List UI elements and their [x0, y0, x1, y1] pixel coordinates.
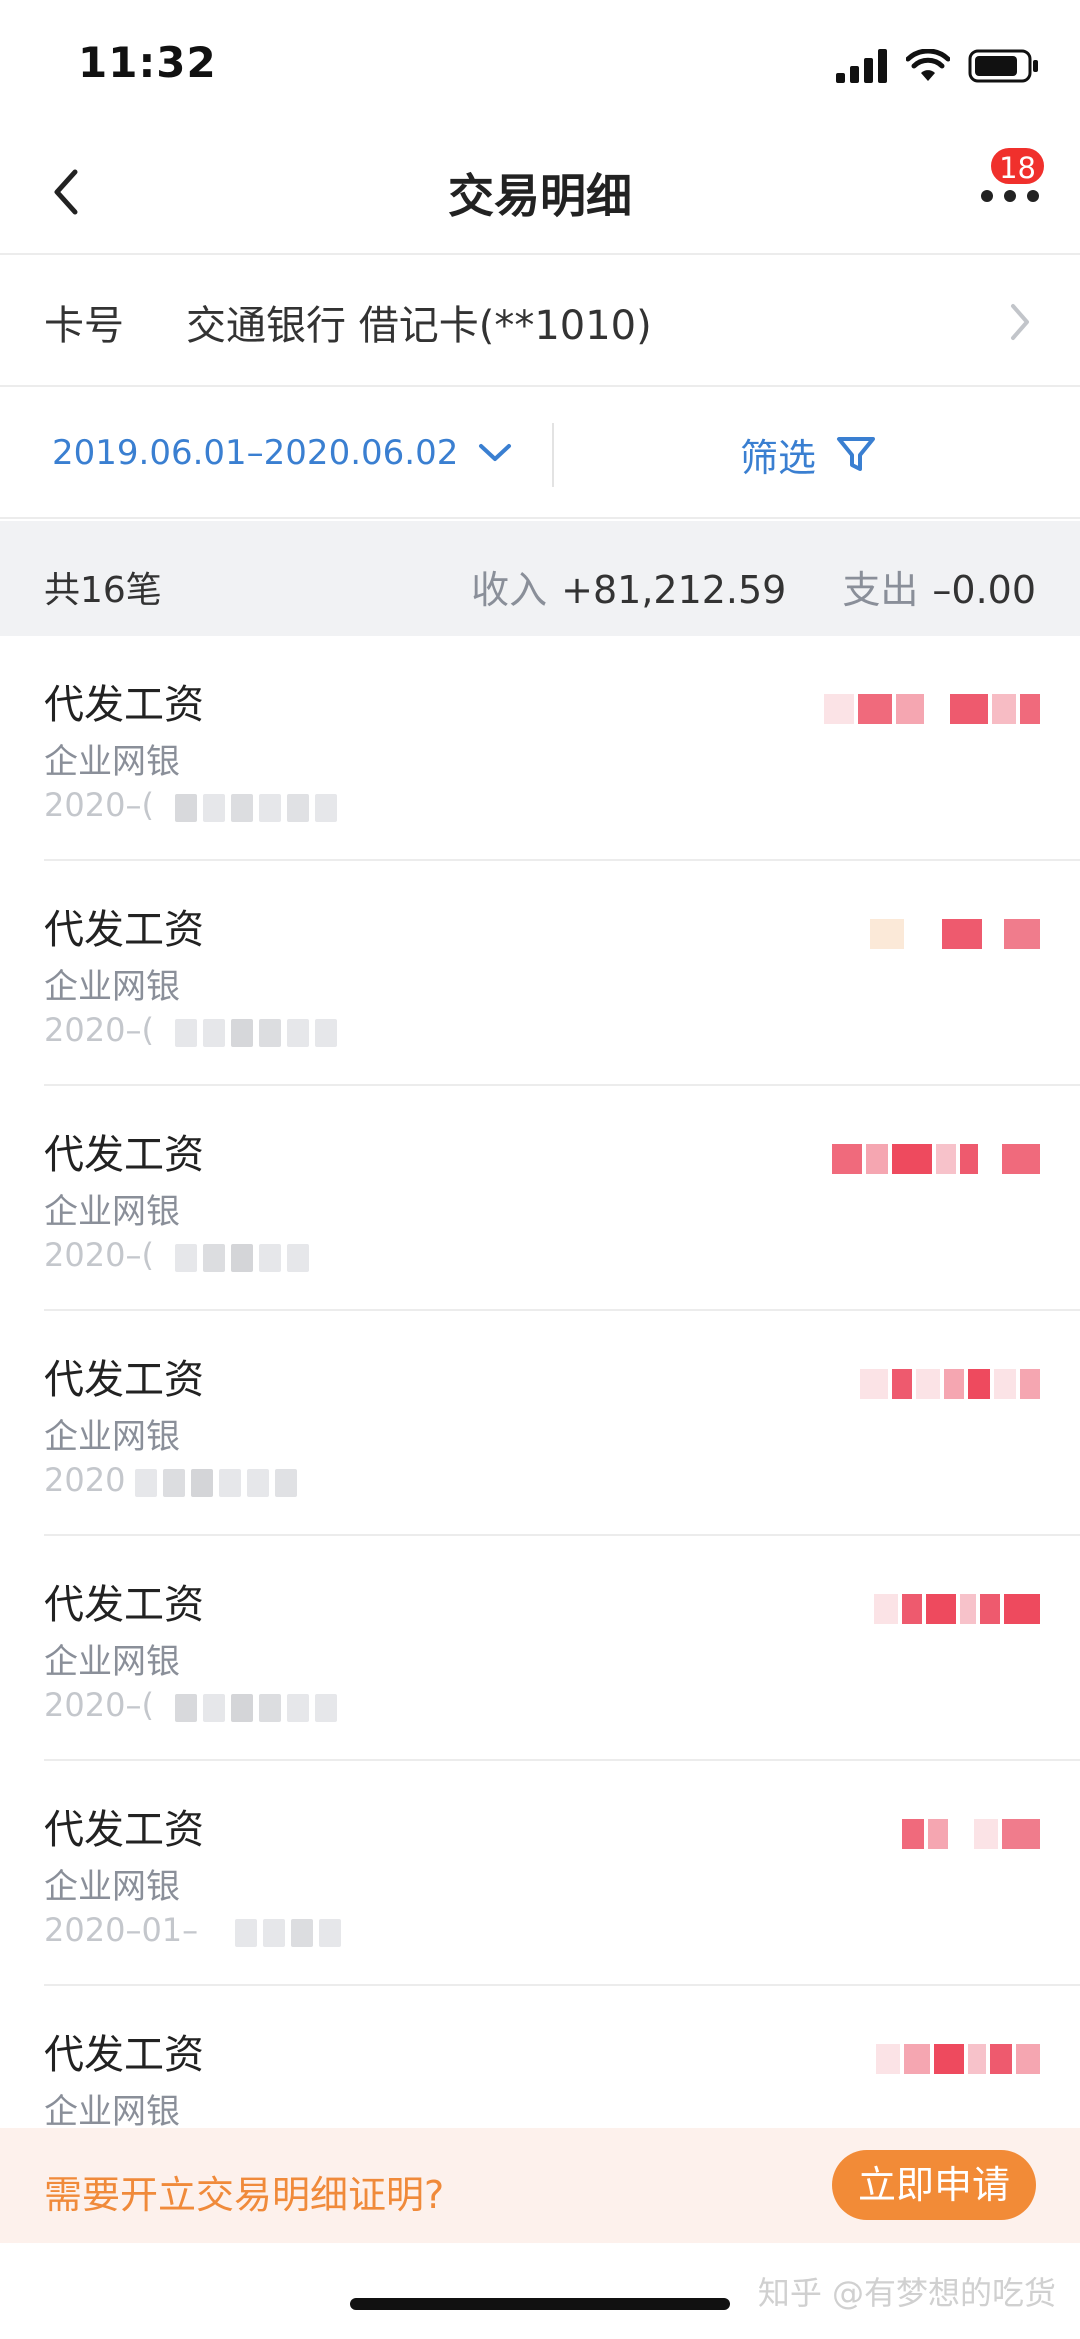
summary-bar: 共16笔 收入 +81,212.59 支出 –0.00: [0, 521, 1080, 636]
expense-value: –0.00: [932, 568, 1036, 612]
amount-mosaic: [870, 917, 1040, 951]
battery-icon: [968, 49, 1038, 83]
amount-mosaic: [874, 1592, 1040, 1626]
filter-label: 筛选: [740, 436, 817, 480]
funnel-icon: [837, 436, 876, 471]
filter-row: 2019.06.01–2020.06.02 筛选: [0, 387, 1080, 519]
date-mosaic: [175, 1019, 337, 1047]
transaction-channel: 企业网银: [44, 967, 180, 1007]
income-value: +81,212.59: [561, 568, 787, 612]
home-indicator[interactable]: [350, 2298, 730, 2310]
transaction-date: 2020–(: [44, 1236, 154, 1274]
filter-button[interactable]: 筛选: [740, 427, 876, 482]
amount-mosaic: [876, 2042, 1040, 2076]
signal-icon: [836, 49, 887, 83]
transaction-item[interactable]: 代发工资 企业网银 2020–(: [0, 861, 1080, 1086]
status-time: 11:32: [78, 38, 217, 87]
card-selector[interactable]: 卡号 交通银行 借记卡(**1010): [0, 257, 1080, 387]
amount-mosaic: [832, 1142, 1040, 1176]
amount-mosaic: [902, 1817, 1040, 1851]
status-icons: [836, 46, 1040, 86]
apply-now-button[interactable]: 立即申请: [831, 2150, 1036, 2220]
date-range-selector[interactable]: 2019.06.01–2020.06.02: [52, 433, 512, 473]
transaction-title: 代发工资: [44, 907, 204, 953]
date-mosaic: [135, 1469, 297, 1497]
transaction-channel: 企业网银: [44, 1642, 180, 1682]
nav-bar: 交易明细 18: [0, 130, 1080, 255]
transaction-title: 代发工资: [44, 1582, 204, 1628]
transaction-item[interactable]: 代发工资 企业网银 2020–01–: [0, 1761, 1080, 1986]
amount-mosaic: [860, 1367, 1040, 1401]
transaction-date: 2020: [44, 1461, 126, 1499]
card-value: 交通银行 借记卡(**1010): [186, 303, 652, 349]
transaction-title: 代发工资: [44, 1807, 204, 1853]
date-mosaic: [235, 1919, 341, 1947]
chevron-down-icon: [479, 444, 512, 461]
transaction-channel: 企业网银: [44, 1867, 180, 1907]
transaction-channel: 企业网银: [44, 742, 180, 782]
date-range-label: 2019.06.01–2020.06.02: [52, 433, 459, 473]
date-mosaic: [175, 1244, 309, 1272]
date-mosaic: [175, 1694, 337, 1722]
transaction-date: 2020–01–: [44, 1911, 199, 1949]
more-dots-icon: [981, 190, 1039, 202]
date-mosaic: [175, 794, 337, 822]
watermark: 知乎 @有梦想的吃货: [757, 2274, 1056, 2312]
promo-text: 需要开立交易明细证明?: [44, 2173, 445, 2217]
income-label: 收入: [471, 568, 548, 612]
transaction-title: 代发工资: [44, 2032, 204, 2078]
transaction-date: 2020–(: [44, 786, 154, 824]
page-title: 交易明细: [448, 169, 632, 223]
transaction-title: 代发工资: [44, 1132, 204, 1178]
transaction-channel: 企业网银: [44, 1417, 180, 1457]
wifi-icon: [906, 49, 950, 81]
transaction-date: 2020–(: [44, 1011, 154, 1049]
transaction-list: 代发工资 企业网银 2020–( 代发工资 企业网银 2020–( 代发工资 企…: [0, 636, 1080, 2211]
transaction-item[interactable]: 代发工资 企业网银 2020: [0, 1311, 1080, 1536]
more-button[interactable]: 18: [970, 146, 1050, 226]
transaction-channel: 企业网银: [44, 2092, 180, 2132]
expense-label: 支出: [842, 568, 919, 612]
notification-badge: 18: [989, 146, 1046, 186]
transaction-channel: 企业网银: [44, 1192, 180, 1232]
chevron-right-icon: [1000, 297, 1040, 347]
certificate-promo-bar: 需要开立交易明细证明? 立即申请: [0, 2128, 1080, 2243]
summary-totals: 收入 +81,212.59 支出 –0.00: [471, 559, 1036, 614]
status-bar: 11:32: [0, 0, 1080, 130]
transaction-title: 代发工资: [44, 1357, 204, 1403]
transaction-date: 2020–(: [44, 1686, 154, 1724]
filter-divider: [552, 423, 554, 487]
transaction-item[interactable]: 代发工资 企业网银 2020–(: [0, 1536, 1080, 1761]
transaction-item[interactable]: 代发工资 企业网银 2020–(: [0, 1086, 1080, 1311]
transaction-title: 代发工资: [44, 682, 204, 728]
amount-mosaic: [824, 692, 1040, 726]
transaction-item[interactable]: 代发工资 企业网银 2020–(: [0, 636, 1080, 861]
card-label: 卡号: [44, 303, 124, 349]
transaction-count: 共16笔: [44, 570, 162, 611]
